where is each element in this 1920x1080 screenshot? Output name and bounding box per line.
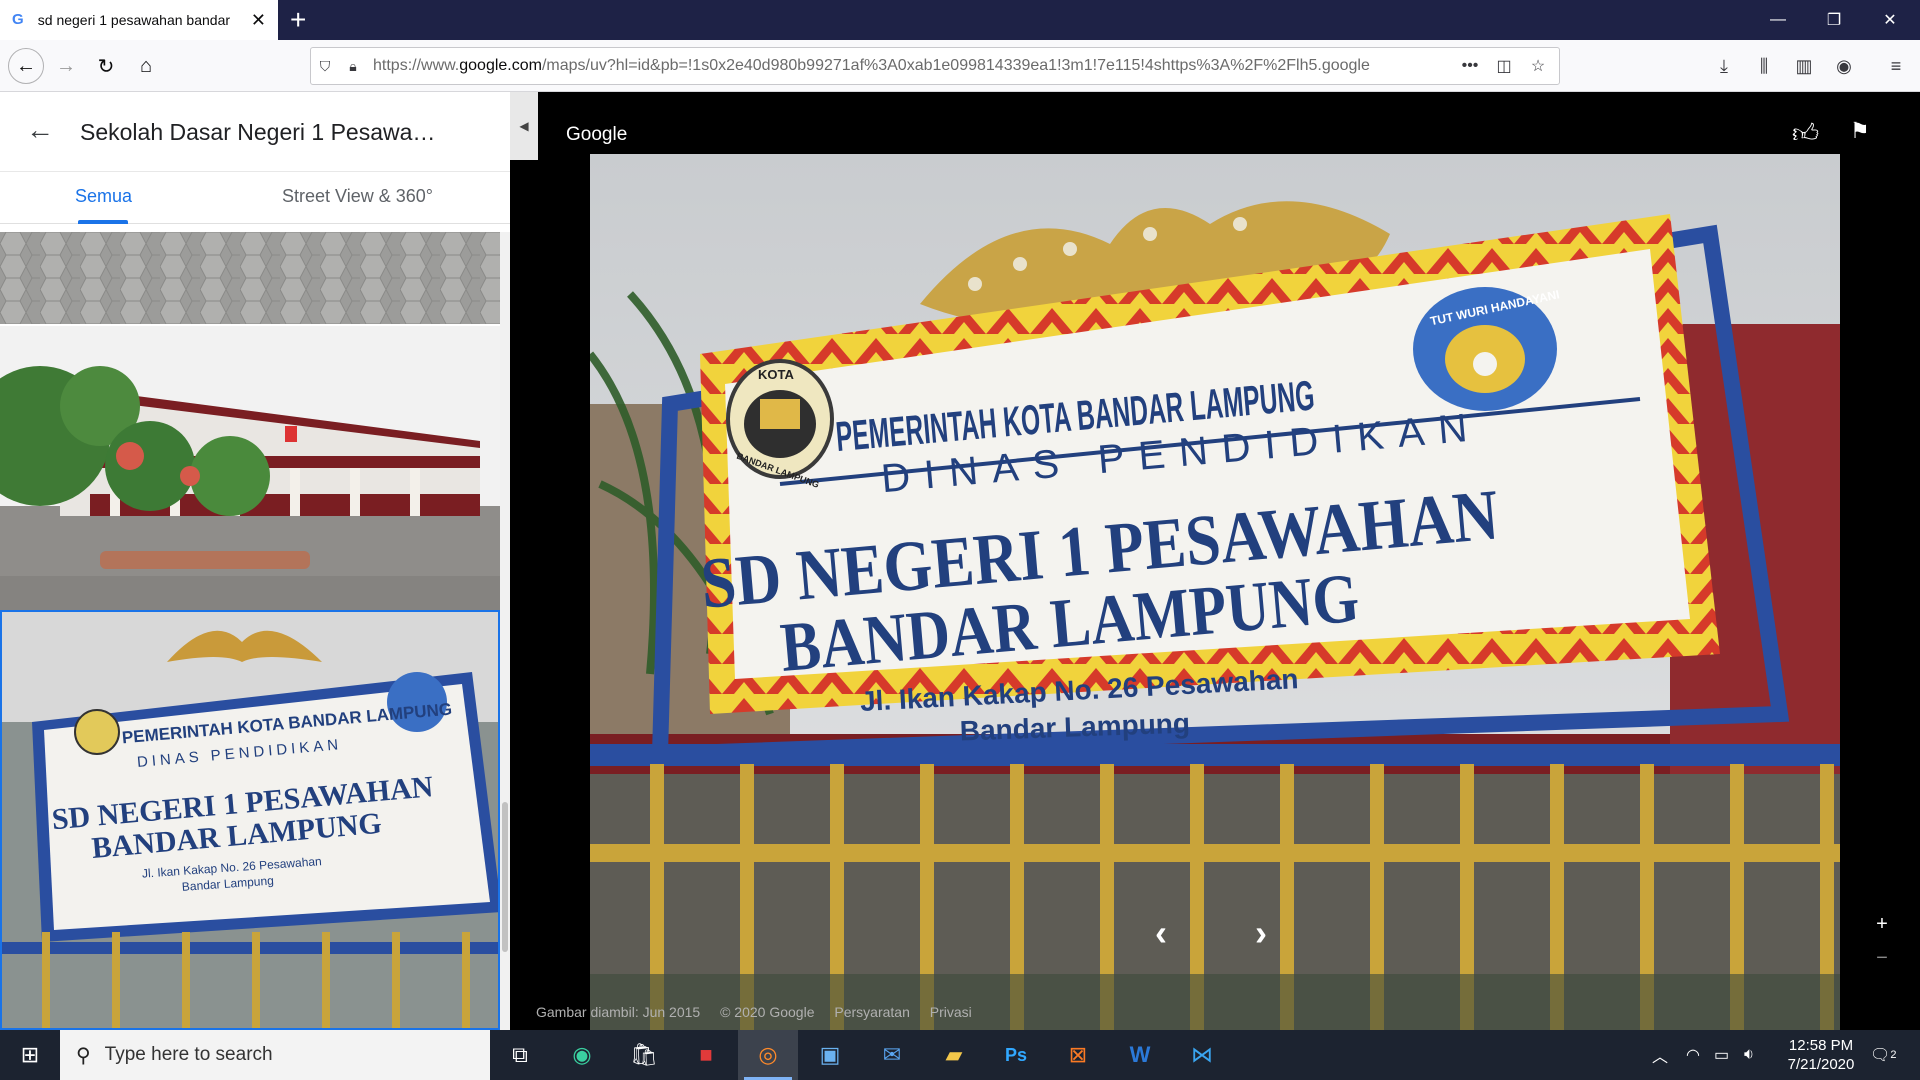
photo-thumbnail-selected[interactable]: PEMERINTAH KOTA BANDAR LAMPUNG DINAS PEN… <box>0 610 500 1030</box>
taskbar-search[interactable]: ⚲ Type here to search <box>60 1030 490 1080</box>
forward-button[interactable]: → <box>50 50 82 82</box>
tab-title: sd negeri 1 pesawahan bandar <box>37 12 231 28</box>
url-bar[interactable]: ⛉ 🔒︎ https://www.google.com/maps/uv?hl=i… <box>310 47 1560 85</box>
photo-thumbnails: PEMERINTAH KOTA BANDAR LAMPUNG DINAS PEN… <box>0 232 500 1030</box>
zoom-out-button[interactable]: − <box>1867 941 1897 975</box>
active-tab-indicator <box>78 220 128 224</box>
back-arrow-icon[interactable]: ← <box>26 114 54 146</box>
page-actions-icon[interactable]: ••• <box>1453 57 1487 75</box>
shield-icon[interactable]: ⛉ <box>311 58 339 75</box>
scrollbar-thumb[interactable] <box>502 802 508 952</box>
thumbs-up-icon[interactable]: 👍︎ <box>1792 118 1819 149</box>
seal-kota-text: KOTA <box>758 367 794 382</box>
notification-count: 2 <box>1890 1049 1897 1061</box>
main-photo[interactable]: KOTA BANDAR LAMPUNG TUT WURI HANDAYANI P… <box>590 154 1840 1030</box>
sidebar-icon[interactable]: ▥ <box>1788 52 1820 80</box>
menu-icon[interactable]: ≡ <box>1880 52 1912 80</box>
photo-thumbnail[interactable] <box>0 324 500 610</box>
photo-tabs: Semua Street View & 360° <box>0 172 510 224</box>
zoom-in-button[interactable]: + <box>1867 907 1897 941</box>
account-icon[interactable]: ◉ <box>1828 52 1860 80</box>
pocket-icon[interactable]: ◫ <box>1487 56 1521 76</box>
contacts-app-icon[interactable]: ▣ <box>800 1030 860 1080</box>
reload-button[interactable]: ↻ <box>90 50 122 82</box>
capture-date: Gambar diambil: Jun 2015 <box>536 1004 701 1020</box>
task-view-icon[interactable]: ⧉ <box>490 1030 550 1080</box>
place-title: Sekolah Dasar Negeri 1 Pesawa… <box>80 119 436 145</box>
volume-icon[interactable]: 🔉︎ <box>1744 1030 1754 1080</box>
google-favicon-icon: G <box>12 11 24 28</box>
close-window-button[interactable]: ✕ <box>1862 0 1918 40</box>
flag-icon[interactable]: ⚑ <box>1850 118 1870 144</box>
system-clock[interactable]: 12:58 PM 7/21/2020 <box>1776 1036 1866 1074</box>
windows-taskbar: ⊞ ⚲ Type here to search ⧉ ◉ 🛍︎ ■ ◎ ▣ ✉ ▰… <box>0 1030 1920 1080</box>
red-app-icon[interactable]: ■ <box>676 1030 736 1080</box>
zoom-control: + − <box>1867 907 1897 977</box>
panel-header: ← Sekolah Dasar Negeri 1 Pesawa… <box>0 92 510 172</box>
next-photo-button[interactable]: › <box>1255 912 1267 954</box>
search-placeholder: Type here to search <box>104 1044 273 1065</box>
copyright-text: © 2020 Google <box>720 1004 815 1020</box>
store-icon[interactable]: 🛍︎ <box>614 1030 674 1080</box>
privacy-link[interactable]: Privasi <box>930 1004 972 1020</box>
clock-date: 7/21/2020 <box>1787 1056 1855 1073</box>
search-icon: ⚲ <box>76 1044 91 1067</box>
wifi-icon[interactable]: ◠ <box>1686 1030 1700 1080</box>
panel-scrollbar[interactable] <box>500 232 510 1030</box>
vscode-icon[interactable]: ⋈ <box>1172 1030 1232 1080</box>
tab-semua[interactable]: Semua <box>75 186 132 207</box>
collapse-panel-button[interactable]: ◀ <box>510 92 538 160</box>
clock-time: 12:58 PM <box>1788 1037 1854 1054</box>
bookmark-star-icon[interactable]: ☆ <box>1521 56 1555 76</box>
show-hidden-icons[interactable]: ︿ <box>1652 1030 1668 1080</box>
back-button[interactable]: ← <box>8 48 44 84</box>
library-icon[interactable]: ⫼ <box>1748 52 1780 80</box>
mail-icon[interactable]: ✉ <box>862 1030 922 1080</box>
browser-tab-bar: G sd negeri 1 pesawahan bandar ✕ + — ❐ ✕ <box>0 0 1920 40</box>
browser-tab[interactable]: G sd negeri 1 pesawahan bandar ✕ <box>0 0 278 40</box>
tab-street-view[interactable]: Street View & 360° <box>282 186 433 207</box>
google-brand-label: Google <box>566 124 628 145</box>
url-text[interactable]: https://www.google.com/maps/uv?hl=id&pb=… <box>373 57 1453 75</box>
photoshop-icon[interactable]: Ps <box>986 1030 1046 1080</box>
xampp-icon[interactable]: ⊠ <box>1048 1030 1108 1080</box>
close-tab-icon[interactable]: ✕ <box>251 10 266 31</box>
photo-viewer: ◀ KOTA BANDAR LAMPUNG TUT WURI HANDAYANI… <box>510 92 1920 1030</box>
home-button[interactable]: ⌂ <box>130 50 162 82</box>
battery-icon[interactable]: ▭ <box>1714 1030 1729 1080</box>
minimize-button[interactable]: — <box>1750 0 1806 40</box>
download-icon[interactable]: ⤓ <box>1708 52 1740 80</box>
browser-nav-bar: ← → ↻ ⌂ ⛉ 🔒︎ https://www.google.com/maps… <box>0 40 1920 92</box>
viewer-footer: Gambar diambil: Jun 2015 © 2020 Google P… <box>536 1004 988 1020</box>
new-tab-button[interactable]: + <box>290 4 306 36</box>
windows-start-button[interactable]: ⊞ <box>0 1030 60 1080</box>
restore-button[interactable]: ❐ <box>1806 0 1862 40</box>
file-explorer-icon[interactable]: ▰ <box>924 1030 984 1080</box>
word-icon[interactable]: W <box>1110 1030 1170 1080</box>
terms-link[interactable]: Persyaratan <box>834 1004 909 1020</box>
photo-thumbnail[interactable] <box>0 232 500 324</box>
notification-center-icon[interactable]: 🗨︎ 2 <box>1870 1030 1896 1080</box>
previous-photo-button[interactable]: ‹ <box>1155 912 1167 954</box>
lock-icon[interactable]: 🔒︎ <box>339 58 367 75</box>
firefox-icon[interactable]: ◎ <box>738 1030 798 1080</box>
photo-list-panel: ← Sekolah Dasar Negeri 1 Pesawa… Semua S… <box>0 92 510 1030</box>
edge-browser-icon[interactable]: ◉ <box>552 1030 612 1080</box>
